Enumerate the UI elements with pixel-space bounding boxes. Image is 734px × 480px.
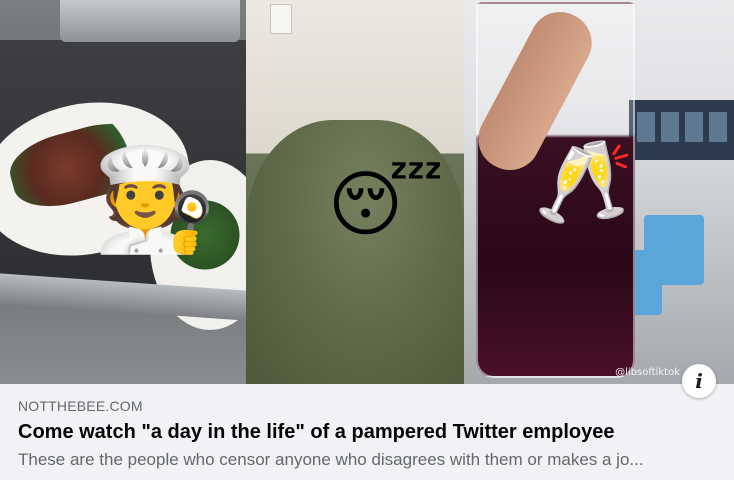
image-panel-food: 🧑‍🍳 [0,0,246,384]
link-title[interactable]: Come watch "a day in the life" of a pamp… [18,421,716,444]
clinking-glasses-emoji-icon: 🥂 [534,135,634,228]
image-panel-drink: 🥂 @libsoftiktok [464,0,734,384]
link-domain: NOTTHEBEE.COM [18,398,143,414]
link-meta[interactable]: NOTTHEBEE.COM Come watch "a day in the l… [18,386,716,470]
preview-image[interactable]: 🧑‍🍳 😴 🥂 @libsoftiktok [0,0,734,384]
sleeping-face-emoji-icon: 😴 [328,162,444,246]
link-description: These are the people who censor anyone w… [18,450,644,469]
info-icon-glyph: i [695,369,703,393]
info-icon[interactable]: i [682,364,716,398]
watermark-text: @libsoftiktok [615,367,680,378]
chef-emoji-icon: 🧑‍🍳 [92,141,217,258]
link-preview-card[interactable]: 🧑‍🍳 😴 🥂 @libsoftiktok i NOTTHEBEE.CO [0,0,734,480]
metal-tray [60,0,240,42]
green-blanket [246,120,464,384]
background-building [629,100,734,160]
wall-outlet [270,4,292,34]
image-panel-sleep: 😴 [246,0,464,384]
